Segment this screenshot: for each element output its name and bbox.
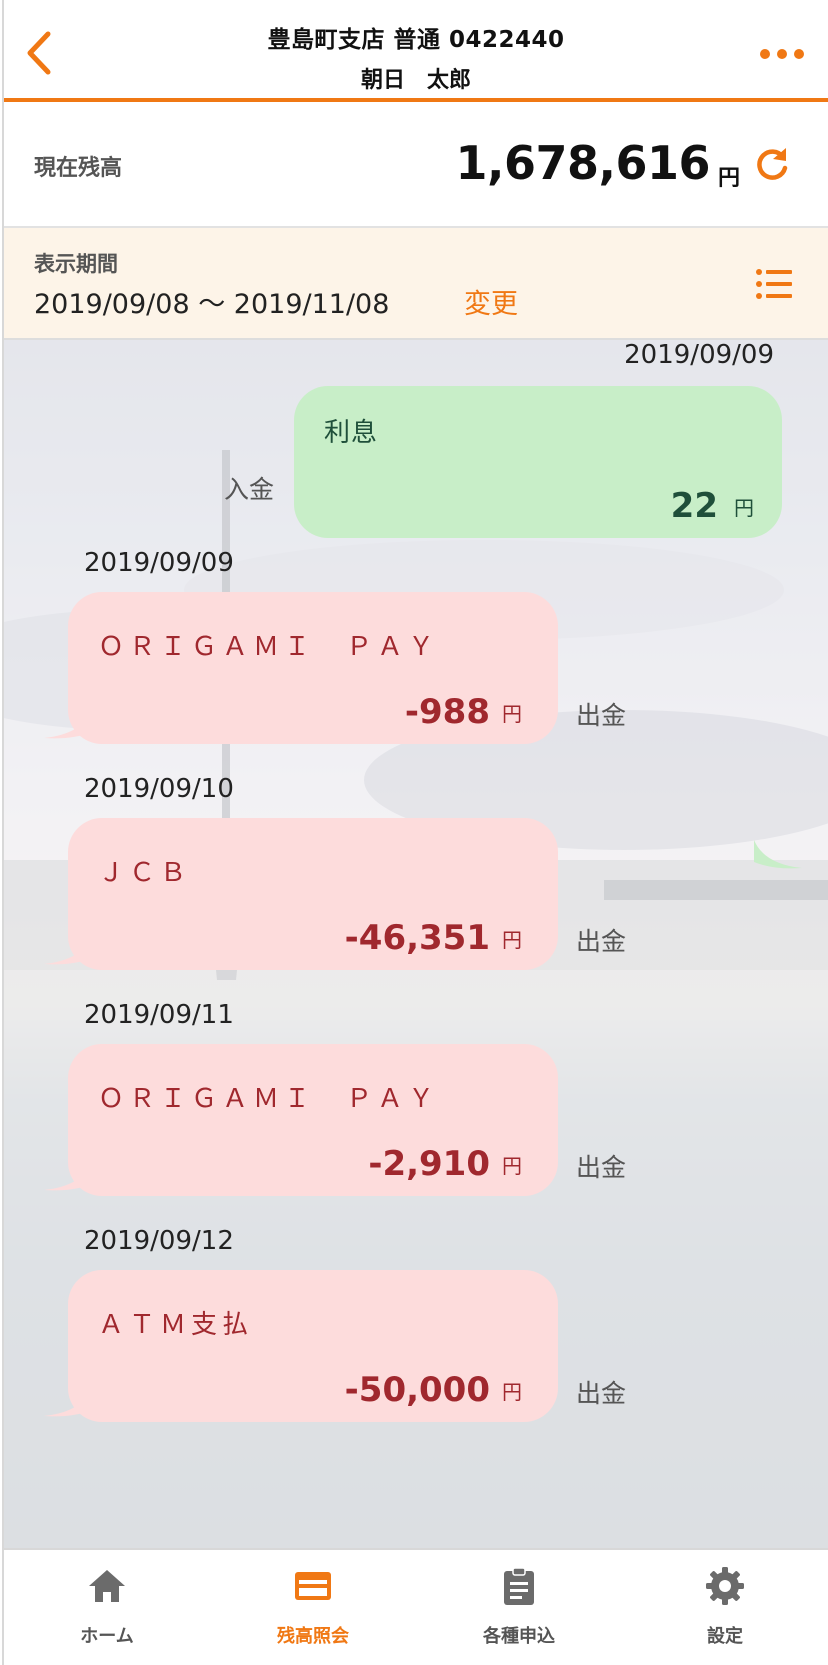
transaction-type: 入金 [224, 475, 275, 504]
transaction-date: 2019/09/09 [624, 340, 774, 370]
change-period-link[interactable]: 変更 [464, 282, 518, 321]
more-dots-icon [760, 49, 770, 59]
transaction-date: 2019/09/11 [84, 1000, 234, 1030]
transaction-amount: -46,351 [344, 918, 490, 958]
nav-label: 各種申込 [483, 1626, 555, 1647]
more-dots-icon [777, 49, 787, 59]
account-holder-name: 朝日 太郎 [360, 68, 471, 93]
bubble-tail [754, 840, 802, 869]
home-icon [89, 1570, 125, 1602]
account-title: 豊島町支店 普通 0422440 [267, 27, 565, 53]
nav-label: ホーム [80, 1626, 134, 1647]
transaction-name: ＯＲＩＧＡＭＩ ＰＡＹ [98, 632, 440, 662]
period-range: 2019/09/08 〜 2019/11/08 [34, 289, 390, 320]
transaction-type: 出金 [576, 701, 627, 730]
transaction-type: 出金 [576, 927, 627, 956]
transaction-list[interactable]: 2019/09/09 利息 22 円 入金 2019/09/09 ＯＲＩＧＡＭＩ… [4, 340, 828, 1548]
transaction-type: 出金 [576, 1379, 627, 1408]
refresh-button[interactable] [752, 144, 792, 184]
bottom-nav: ホーム 残高照会 各種申込 設定 [4, 1548, 828, 1665]
transaction-currency: 円 [734, 496, 754, 520]
transaction-amount: -50,000 [344, 1370, 490, 1410]
nav-label: 設定 [707, 1626, 743, 1647]
nav-item-balance[interactable]: 残高照会 [210, 1550, 416, 1665]
transaction-date: 2019/09/10 [84, 774, 234, 804]
more-menu-button[interactable] [760, 44, 810, 64]
app-screen: 豊島町支店 普通 0422440 朝日 太郎 現在残高 1,678,616 円 … [2, 0, 828, 1665]
transaction-amount: -2,910 [368, 1144, 490, 1184]
transaction-date: 2019/09/09 [84, 548, 234, 578]
nav-label: 残高照会 [277, 1626, 349, 1647]
transaction-bubble[interactable]: ＡＴＭ支払 -50,000 円 [68, 1270, 558, 1422]
header-bar: 豊島町支店 普通 0422440 朝日 太郎 [4, 0, 828, 102]
nav-item-home[interactable]: ホーム [4, 1550, 210, 1665]
balance-amount: 1,678,616 [455, 136, 711, 190]
list-icon [756, 269, 792, 299]
balance-panel: 現在残高 1,678,616 円 [4, 102, 828, 228]
transaction-name: 利息 [324, 418, 379, 448]
clipboard-icon [504, 1567, 534, 1605]
transaction-bubble[interactable]: 利息 22 円 [294, 386, 782, 538]
list-view-button[interactable] [754, 264, 794, 304]
transaction-currency: 円 [502, 928, 522, 952]
transaction-type: 出金 [576, 1153, 627, 1182]
period-label: 表示期間 [34, 252, 118, 276]
transaction-name: ＪＣＢ [98, 858, 192, 888]
nav-item-applications[interactable]: 各種申込 [416, 1550, 622, 1665]
gear-icon [706, 1567, 744, 1605]
refresh-icon [757, 148, 788, 180]
balance-currency: 円 [717, 166, 740, 191]
transaction-currency: 円 [502, 1380, 522, 1404]
transaction-bubble[interactable]: ＯＲＩＧＡＭＩ ＰＡＹ -988 円 [68, 592, 558, 744]
transaction-name: ＡＴＭ支払 [98, 1310, 254, 1340]
card-icon [295, 1572, 331, 1600]
transaction-bubble[interactable]: ＪＣＢ -46,351 円 [68, 818, 558, 970]
nav-item-settings[interactable]: 設定 [622, 1550, 828, 1665]
display-period-panel: 表示期間 2019/09/08 〜 2019/11/08 変更 [4, 228, 828, 340]
transaction-currency: 円 [502, 1154, 522, 1178]
transaction-amount: 22 [670, 486, 718, 526]
more-dots-icon [794, 49, 804, 59]
transaction-name: ＯＲＩＧＡＭＩ ＰＡＹ [98, 1084, 440, 1114]
transaction-amount: -988 [404, 692, 490, 732]
balance-label: 現在残高 [34, 156, 123, 181]
transaction-currency: 円 [502, 702, 522, 726]
transaction-bubble[interactable]: ＯＲＩＧＡＭＩ ＰＡＹ -2,910 円 [68, 1044, 558, 1196]
transaction-date: 2019/09/12 [84, 1226, 234, 1256]
